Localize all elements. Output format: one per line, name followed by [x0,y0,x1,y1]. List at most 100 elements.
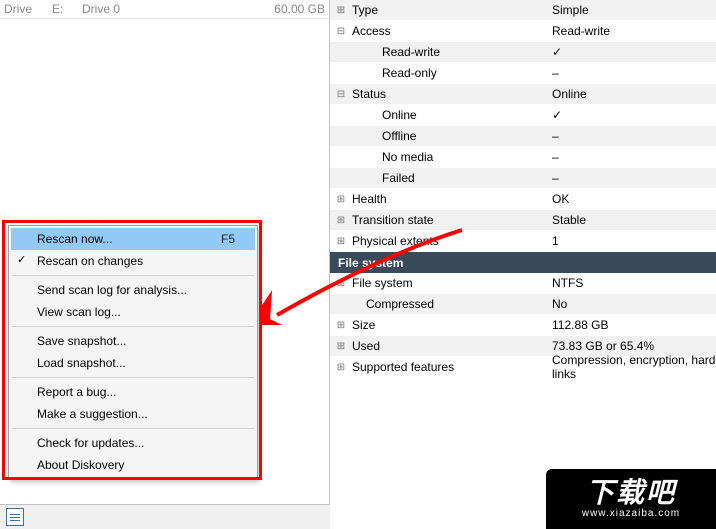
expand-icon[interactable]: ⊞ [334,320,348,331]
prop-value: OK [548,192,716,206]
prop-value: Stable [548,213,716,227]
menu-load-snapshot[interactable]: Load snapshot... [11,352,255,374]
prop-label: Health [348,192,548,206]
expand-icon[interactable]: ⊞ [334,278,348,289]
expand-icon[interactable]: ⊞ [334,236,348,247]
prop-label: Read-write [348,45,548,59]
watermark-text: 下载吧 [586,479,676,507]
prop-label: Status [348,87,548,101]
prop-label: Used [348,339,548,353]
menu-shortcut: F5 [221,232,235,246]
expand-icon[interactable]: ⊞ [334,362,348,373]
prop-label: Failed [348,171,548,185]
context-menu: Rescan now... F5 ✓ Rescan on changes Sen… [8,225,258,479]
prop-transition[interactable]: ⊞ Transition state Stable [330,210,716,231]
menu-label: Send scan log for analysis... [37,283,187,297]
menu-report-bug[interactable]: Report a bug... [11,381,255,403]
prop-extents[interactable]: ⊞ Physical extents 1 [330,231,716,252]
prop-value: Read-write [548,24,716,38]
prop-label: No media [348,150,548,164]
prop-label: Offline [348,129,548,143]
prop-value: ✓ [548,45,716,59]
prop-label: Access [348,24,548,38]
menu-view-scan-log[interactable]: View scan log... [11,301,255,323]
left-pane: Drive E: Drive 0 60.00 GB Rescan now... … [0,0,330,529]
collapse-icon[interactable]: ⊟ [334,26,348,37]
prop-filesystem[interactable]: ⊞ File system NTFS [330,273,716,294]
prop-label: Type [348,3,548,17]
watermark: 下载吧 www.xiazaiba.com [546,469,716,529]
disk-size: 60.00 GB [253,2,325,16]
prop-status-failed[interactable]: · Failed – [330,168,716,189]
menu-save-snapshot[interactable]: Save snapshot... [11,330,255,352]
expand-icon[interactable]: ⊞ [334,215,348,226]
prop-value: Compression, encryption, hard links [548,353,716,381]
menu-separator [12,275,254,276]
prop-status-offline[interactable]: · Offline – [330,126,716,147]
menu-check-updates[interactable]: Check for updates... [11,432,255,454]
menu-separator [12,428,254,429]
prop-value: 112.88 GB [548,318,716,332]
prop-value: 73.83 GB or 65.4% [548,339,716,353]
menu-about[interactable]: About Diskovery [11,454,255,476]
menu-label: View scan log... [37,305,121,319]
prop-access-readonly[interactable]: · Read-only – [330,63,716,84]
section-file-system: File system [330,252,716,273]
prop-access-readwrite[interactable]: · Read-write ✓ [330,42,716,63]
watermark-url: www.xiazaiba.com [582,509,680,519]
menu-separator [12,326,254,327]
check-icon: ✓ [17,253,26,266]
menu-make-suggestion[interactable]: Make a suggestion... [11,403,255,425]
prop-status-online[interactable]: · Online ✓ [330,105,716,126]
prop-access[interactable]: ⊟ Access Read-write [330,21,716,42]
collapse-icon[interactable]: ⊟ [334,89,348,100]
menu-label: Report a bug... [37,385,116,399]
disk-drive: Drive 0 [82,2,253,16]
expand-icon[interactable]: ⊞ [334,194,348,205]
prop-label: Online [348,108,548,122]
prop-value: – [548,66,716,80]
menu-label: Rescan now... [37,232,112,246]
prop-label: Size [348,318,548,332]
prop-type[interactable]: ⊞ Type Simple [330,0,716,21]
menu-label: Make a suggestion... [37,407,148,421]
menu-separator [12,377,254,378]
menu-label: Check for updates... [37,436,144,450]
prop-value: Simple [548,3,716,17]
menu-rescan-on-changes[interactable]: ✓ Rescan on changes [11,250,255,272]
prop-label: Physical extents [348,234,548,248]
prop-features[interactable]: ⊞ Supported features Compression, encryp… [330,357,716,378]
prop-value: 1 [548,234,716,248]
prop-value: Online [548,87,716,101]
prop-value: – [548,150,716,164]
prop-value: No [548,297,716,311]
prop-label: Transition state [348,213,548,227]
expand-icon[interactable]: ⊞ [334,341,348,352]
prop-value: NTFS [548,276,716,290]
menu-label: About Diskovery [37,458,124,472]
prop-label: Supported features [348,360,548,374]
prop-label: Compressed [348,297,548,311]
prop-value: – [548,129,716,143]
menu-send-scan-log[interactable]: Send scan log for analysis... [11,279,255,301]
expand-icon[interactable]: ⊞ [334,5,348,16]
prop-status-nomedia[interactable]: · No media – [330,147,716,168]
prop-size[interactable]: ⊞ Size 112.88 GB [330,315,716,336]
disk-row[interactable]: Drive E: Drive 0 60.00 GB [0,0,329,19]
menu-label: Rescan on changes [37,254,143,268]
status-bar [0,504,330,529]
prop-value: ✓ [548,108,716,122]
prop-status[interactable]: ⊟ Status Online [330,84,716,105]
prop-value: – [548,171,716,185]
prop-label: File system [348,276,548,290]
properties-pane: ⊞ Type Simple ⊟ Access Read-write · Read… [330,0,716,529]
menu-label: Save snapshot... [37,334,126,348]
prop-label: Read-only [348,66,548,80]
prop-compressed[interactable]: · Compressed No [330,294,716,315]
disk-letter: E: [52,2,82,16]
list-view-icon[interactable] [6,508,24,526]
prop-health[interactable]: ⊞ Health OK [330,189,716,210]
menu-label: Load snapshot... [37,356,126,370]
disk-label: Drive [4,2,52,16]
menu-rescan-now[interactable]: Rescan now... F5 [11,228,255,250]
